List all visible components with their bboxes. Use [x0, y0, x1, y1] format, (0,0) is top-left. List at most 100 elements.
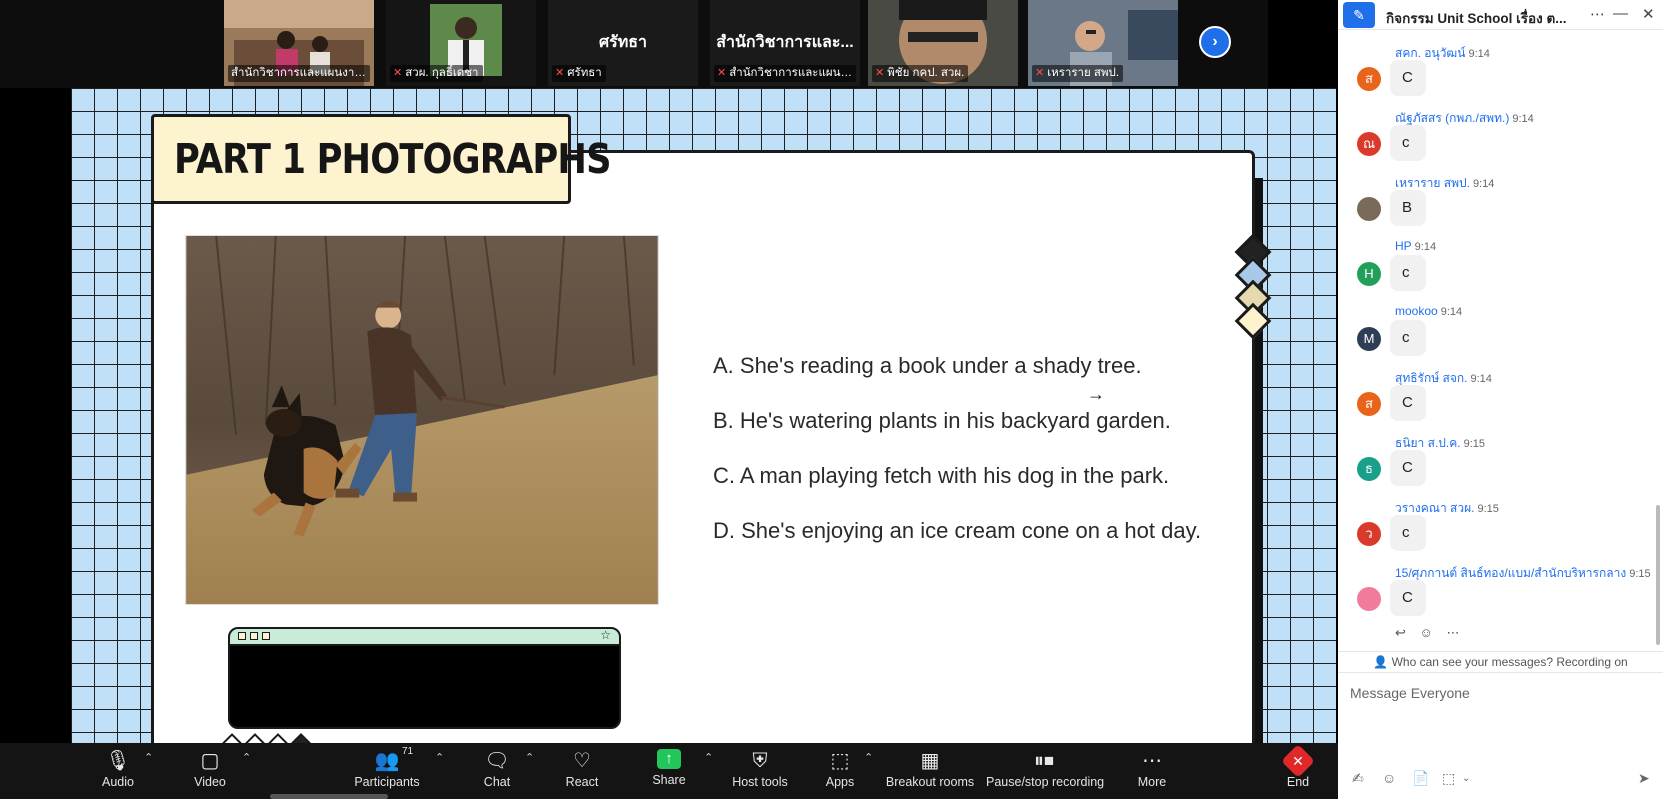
reply-icon[interactable]: ↩ [1395, 625, 1406, 640]
message-privacy-note[interactable]: 👤 Who can see your messages? Recording o… [1338, 651, 1663, 673]
participants-button[interactable]: 👥 71 Participants [352, 743, 422, 799]
chat-bubble-icon: 🗨 [484, 750, 510, 772]
end-x-icon: ✕ [1281, 744, 1315, 778]
video-tile-0[interactable]: สำนักวิชาการและแผนงาน (สุ... [224, 0, 374, 86]
mic-muted-icon: ✕ [555, 67, 565, 79]
chat-more-icon[interactable]: ⋯ [1590, 5, 1605, 23]
message-text: B [1390, 190, 1426, 226]
decor-mini-window: ☆ [228, 627, 621, 729]
video-button[interactable]: ▢ Video [186, 743, 234, 799]
chevron-down-icon[interactable]: ⌄ [1462, 773, 1470, 784]
avatar: H [1357, 262, 1381, 286]
pause-stop-icon: ⏸⏹ [1034, 750, 1054, 772]
message-text: c [1390, 255, 1426, 291]
next-page-button[interactable]: › [1199, 26, 1231, 58]
audio-options-caret-icon[interactable]: ⌃ [144, 751, 153, 764]
video-tile-1[interactable]: ✕ สวผ. กุลธิ์เดชา [386, 0, 536, 86]
screenshot-icon[interactable]: ⬚ [1442, 770, 1455, 787]
audio-button[interactable]: 🎙 Audio [94, 743, 142, 799]
option-a: A. She's reading a book under a shady tr… [713, 353, 1142, 378]
chat-message: H HP 9:14 c [1338, 233, 1653, 298]
video-options-caret-icon[interactable]: ⌃ [242, 751, 251, 764]
heart-icon: ♡ [573, 750, 591, 772]
message-list: ส สคก. อนุวัฒน์ 9:14 C ณ ณัฐภัสสร (กพภ./ส… [1338, 38, 1653, 623]
participants-count: 71 [402, 746, 414, 757]
option-d: D. She's enjoying an ice cream cone on a… [713, 518, 1202, 543]
horizontal-scrollbar[interactable] [270, 794, 388, 799]
avatar: ว [1357, 522, 1381, 546]
breakout-rooms-button[interactable]: ▦ Breakout rooms [884, 743, 976, 799]
share-button[interactable]: ↑ Share [647, 743, 691, 799]
chat-minimize-icon[interactable]: — [1613, 5, 1628, 22]
message-sender: 15/ศุภกานต์ สินธ์ทอง/แบม/สำนักบริหารกลาง… [1395, 566, 1651, 580]
pause-stop-recording-button[interactable]: ⏸⏹ Pause/stop recording [986, 743, 1104, 799]
window-dot-icon [262, 632, 270, 640]
chat-message: M mookoo 9:14 c [1338, 298, 1653, 363]
end-meeting-button[interactable]: ✕ End [1281, 743, 1315, 799]
message-text: C [1390, 60, 1426, 96]
star-icon: ☆ [600, 628, 611, 642]
more-button[interactable]: ⋯ More [1134, 743, 1170, 799]
tile-name: ✕ ศรัทธา [552, 65, 606, 82]
video-tile-4[interactable]: ✕ พิชัย กคป. สวผ. [868, 0, 1018, 86]
message-text: c [1390, 515, 1426, 551]
chat-message: ว วรางคณา สวผ. 9:15 c [1338, 493, 1653, 558]
avatar-photo [1357, 197, 1381, 221]
video-tile-5[interactable]: ✕ เหราราย สพป. [1028, 0, 1178, 86]
mic-muted-icon: ✕ [1035, 67, 1045, 79]
message-input[interactable] [1350, 682, 1650, 704]
file-icon[interactable]: 📄 [1412, 770, 1429, 787]
tile-name: ✕ สวผ. กุลธิ์เดชา [390, 65, 483, 82]
video-tile-2[interactable]: ศรัทธา ✕ ศรัทธา [548, 0, 698, 86]
camera-icon: ▢ [200, 750, 220, 772]
meeting-toolbar: 🎙 Audio ⌃ ▢ Video ⌃ 👥 71 Participants ⌃ … [0, 743, 1338, 799]
chevron-right-icon: › [1212, 33, 1218, 50]
message-sender: mookoo 9:14 [1395, 304, 1463, 318]
message-text: c [1390, 125, 1426, 161]
message-sender: HP 9:14 [1395, 239, 1437, 253]
emoji-icon[interactable]: ☺ [1382, 770, 1396, 786]
avatar: ส [1357, 67, 1381, 91]
chat-header: ✎ กิจกรรม Unit School เรื่อง ต... ⋯ — ✕ [1338, 0, 1663, 30]
shield-icon: ⛨ [752, 750, 768, 772]
video-tile-3[interactable]: สำนักวิชาการและ... ✕ สำนักวิชาการและแผนงา… [710, 0, 860, 86]
host-tools-button[interactable]: ⛨ Host tools [728, 743, 792, 799]
man-and-dog-photo [185, 235, 659, 605]
share-options-caret-icon[interactable]: ⌃ [704, 751, 713, 764]
message-actions: ↩ ☺ ⋯ [1395, 625, 1469, 641]
tile-big-name: ศรัทธา [598, 34, 648, 51]
chat-panel: ✎ กิจกรรม Unit School เรื่อง ต... ⋯ — ✕ … [1338, 0, 1663, 799]
message-text: c [1390, 320, 1426, 356]
tile-big-name: สำนักวิชาการและ... [716, 34, 854, 51]
chat-title[interactable]: กิจกรรม Unit School เรื่อง ต... [1386, 7, 1576, 29]
send-icon[interactable]: ➤ [1638, 770, 1650, 787]
apps-button[interactable]: ⬚ Apps [819, 743, 861, 799]
chat-button[interactable]: 🗨 Chat [475, 743, 519, 799]
chat-message: ส สคก. อนุวัฒน์ 9:14 C [1338, 38, 1653, 103]
tile-name: ✕ สำนักวิชาการและแผนงาน... [714, 65, 856, 82]
tile-name: ✕ เหราราย สพป. [1032, 65, 1124, 82]
chat-options-caret-icon[interactable]: ⌃ [525, 751, 534, 764]
chat-message: ณ ณัฐภัสสร (กพภ./สพท.) 9:14 c [1338, 103, 1653, 168]
avatar-photo [1357, 587, 1381, 611]
more-options-icon[interactable]: ⋯ [1446, 625, 1459, 640]
window-dot-icon [238, 632, 246, 640]
emoji-reaction-icon[interactable]: ☺ [1420, 625, 1433, 640]
chat-message: ธ ธนิยา ส.ป.ค. 9:15 C [1338, 428, 1653, 493]
window-dot-icon [250, 632, 258, 640]
mini-window-titlebar: ☆ [230, 629, 619, 646]
shared-screen: PART 1 PHOTOGRAPHS A. She's reading a bo… [71, 88, 1336, 743]
answer-options: A. She's reading a book under a shady tr… [713, 353, 1201, 573]
chat-message: 15/ศุภกานต์ สินธ์ทอง/แบม/สำนักบริหารกลาง… [1338, 558, 1653, 623]
chat-scrollbar[interactable] [1656, 505, 1660, 645]
message-text: C [1390, 385, 1426, 421]
people-icon: 👤 [1373, 655, 1389, 669]
mic-muted-icon: ✕ [875, 67, 885, 79]
mic-muted-icon: ✕ [393, 67, 403, 79]
react-button[interactable]: ♡ React [560, 743, 604, 799]
format-icon[interactable]: ✍ [1352, 770, 1364, 787]
close-icon[interactable]: ✕ [1642, 5, 1655, 23]
participants-options-caret-icon[interactable]: ⌃ [435, 751, 444, 764]
chat-compose-icon[interactable]: ✎ [1343, 2, 1375, 28]
apps-options-caret-icon[interactable]: ⌃ [864, 751, 873, 764]
